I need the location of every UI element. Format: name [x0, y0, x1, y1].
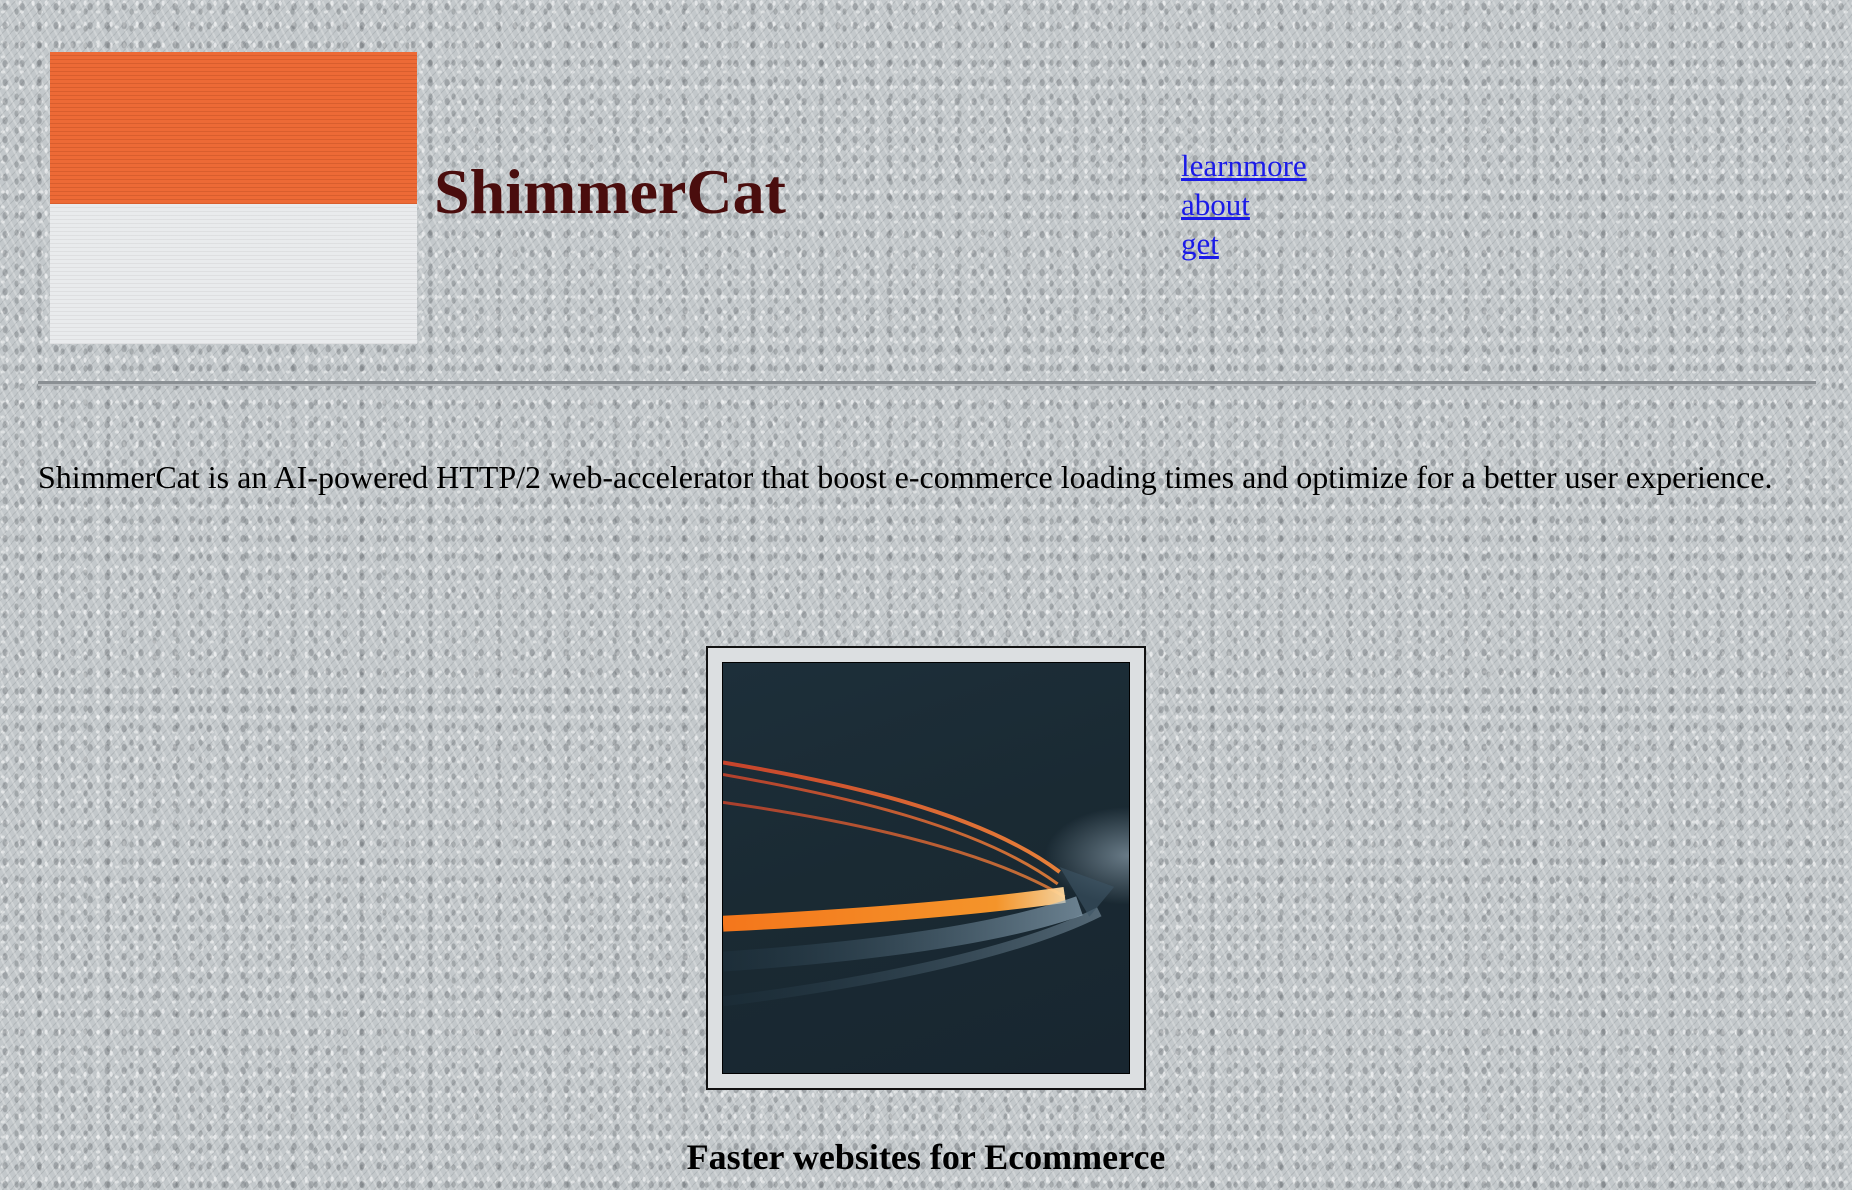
hero-caption: Faster websites for Ecommerce [686, 1137, 1166, 1177]
intro-paragraph: ShimmerCat is an AI-powered HTTP/2 web-a… [38, 459, 1773, 495]
horizontal-divider [38, 381, 1816, 386]
nav-link-learnmore[interactable]: learnmore [1181, 148, 1307, 183]
nav-links: learnmore about get [1181, 146, 1307, 263]
hero-image-frame [706, 646, 1146, 1090]
site-title: ShimmerCat [434, 156, 786, 227]
nav-link-about[interactable]: about [1181, 187, 1250, 222]
nav-link-get[interactable]: get [1181, 226, 1219, 261]
hero-image [722, 662, 1130, 1074]
nav-item-get: get [1181, 224, 1307, 263]
nav-item-learnmore: learnmore [1181, 146, 1307, 185]
flag-white-band [50, 204, 417, 344]
nav-item-about: about [1181, 185, 1307, 224]
flag-orange-band [50, 52, 417, 204]
logo-flag [50, 52, 417, 344]
light-trails-icon [723, 760, 1115, 1007]
